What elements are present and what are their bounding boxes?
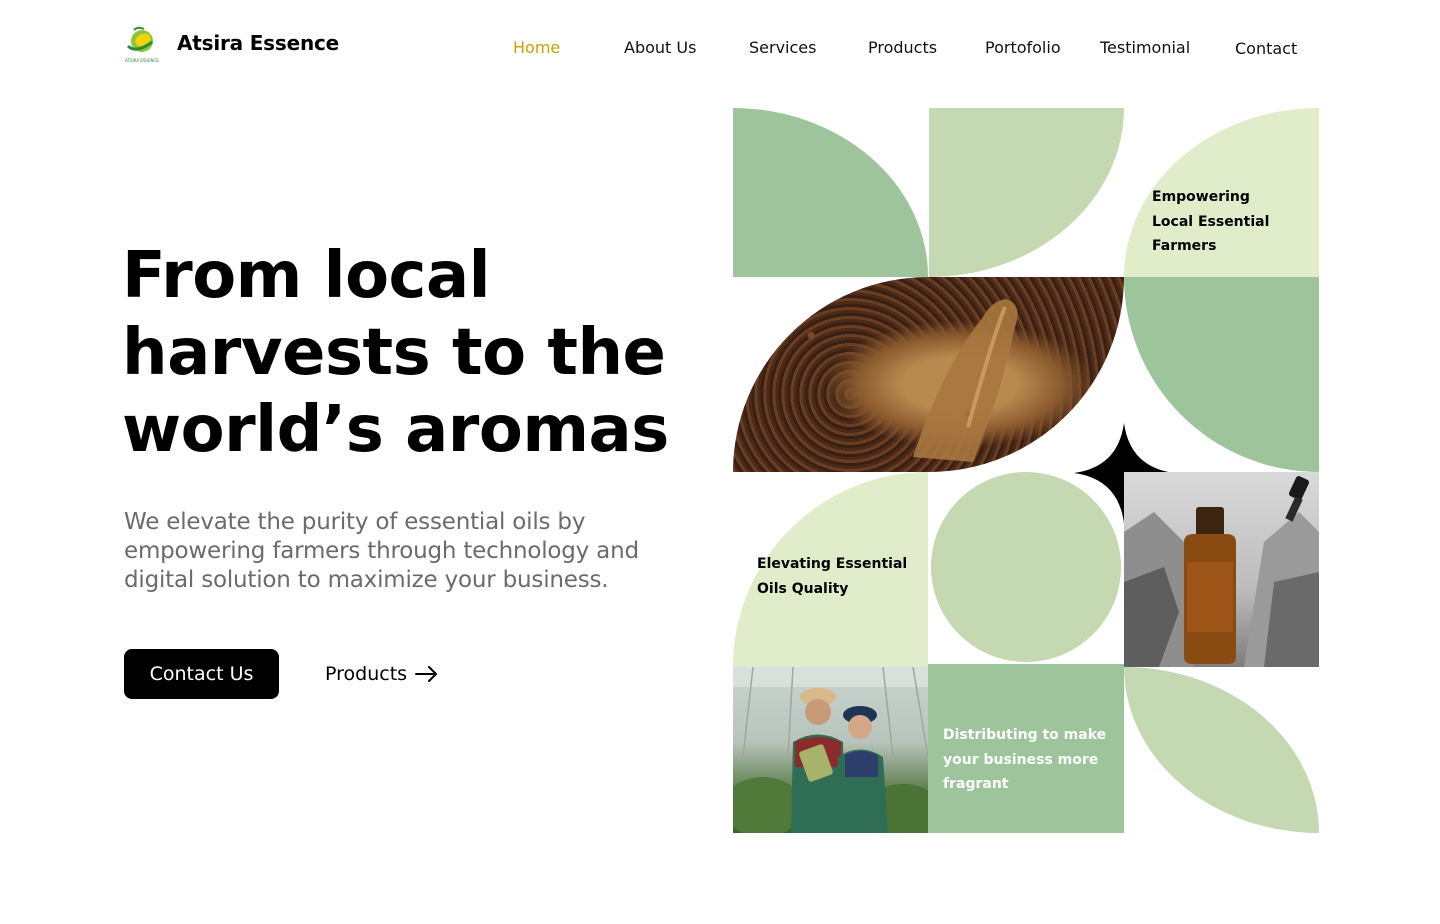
headline-line-1: From local <box>122 239 491 313</box>
nav-portofolio[interactable]: Portofolio <box>985 38 1061 57</box>
nav-home[interactable]: Home <box>513 38 560 57</box>
nav-contact[interactable]: Contact <box>1235 39 1297 58</box>
products-link-button[interactable]: Products <box>325 660 439 688</box>
headline-line-2: harvests to the <box>122 316 666 390</box>
caption-elevating-quality: Elevating Essential Oils Quality <box>757 556 908 597</box>
products-link-label: Products <box>325 663 408 685</box>
nav-services[interactable]: Services <box>749 38 816 57</box>
oil-bottle-image <box>1124 472 1319 667</box>
headline-line-3: world’s aromas <box>122 393 669 467</box>
tile-circle <box>931 472 1121 662</box>
contact-us-button[interactable]: Contact Us <box>124 649 279 699</box>
tile-leaf-bottom <box>1124 667 1319 833</box>
brand-logo[interactable]: ATSIRA ESSENCE <box>122 24 162 64</box>
brand-name[interactable]: Atsira Essence <box>177 31 339 55</box>
hero-headline: From local harvests to the world’s aroma… <box>122 238 722 469</box>
tile-leaf-mid <box>929 108 1124 277</box>
nav-about-us[interactable]: About Us <box>624 38 696 57</box>
nav-testimonial[interactable]: Testimonial <box>1100 38 1190 57</box>
nav-products[interactable]: Products <box>868 38 937 57</box>
hero-subtext: We elevate the purity of essential oils … <box>124 509 639 593</box>
arrow-right-icon <box>415 666 438 682</box>
svg-text:ATSIRA ESSENCE: ATSIRA ESSENCE <box>125 58 159 63</box>
farmers-photo <box>733 667 928 833</box>
caption-empowering-farmers: Empowering Local Essential Farmers <box>1152 189 1270 254</box>
caption-distributing: Distributing to make your business more … <box>943 727 1107 792</box>
cloves-image <box>733 277 1124 472</box>
tile-leaf-dark <box>733 108 928 277</box>
